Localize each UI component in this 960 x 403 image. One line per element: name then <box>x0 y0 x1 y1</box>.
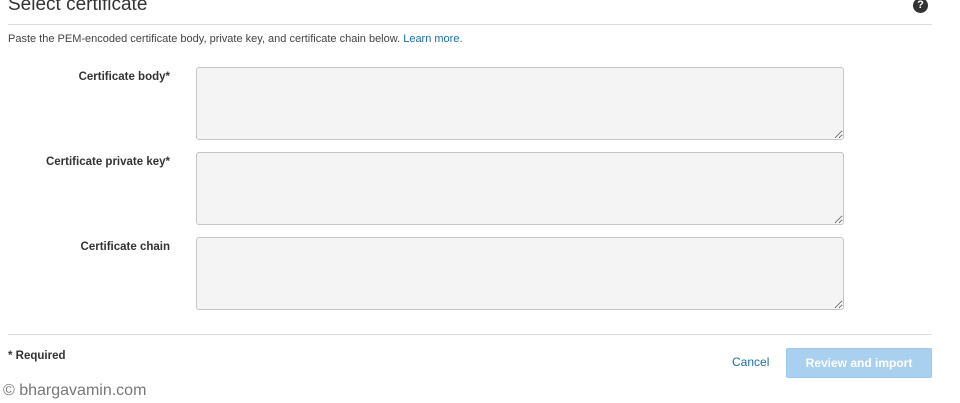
certificate-body-field[interactable] <box>196 67 844 140</box>
cancel-button[interactable]: Cancel <box>732 355 769 369</box>
page-title: Select certificate <box>8 0 148 15</box>
footer-divider <box>8 334 932 335</box>
select-certificate-page: Select certificate ? Paste the PEM-encod… <box>0 0 960 403</box>
certificate-chain-field[interactable] <box>196 237 844 310</box>
learn-more-link[interactable]: Learn more. <box>403 33 462 45</box>
required-note: * Required <box>8 350 66 362</box>
instructions-body: Paste the PEM-encoded certificate body, … <box>8 33 401 45</box>
header-divider <box>8 24 932 25</box>
watermark-text: © bhargavamin.com <box>3 382 147 399</box>
instructions-text: Paste the PEM-encoded certificate body, … <box>8 33 463 45</box>
certificate-private-key-field[interactable] <box>196 152 844 225</box>
review-and-import-button[interactable]: Review and import <box>786 348 932 378</box>
question-circle-icon[interactable]: ? <box>913 0 928 13</box>
certificate-chain-label: Certificate chain <box>80 241 170 253</box>
certificate-body-label: Certificate body* <box>78 71 170 83</box>
certificate-private-key-label: Certificate private key* <box>45 156 170 168</box>
